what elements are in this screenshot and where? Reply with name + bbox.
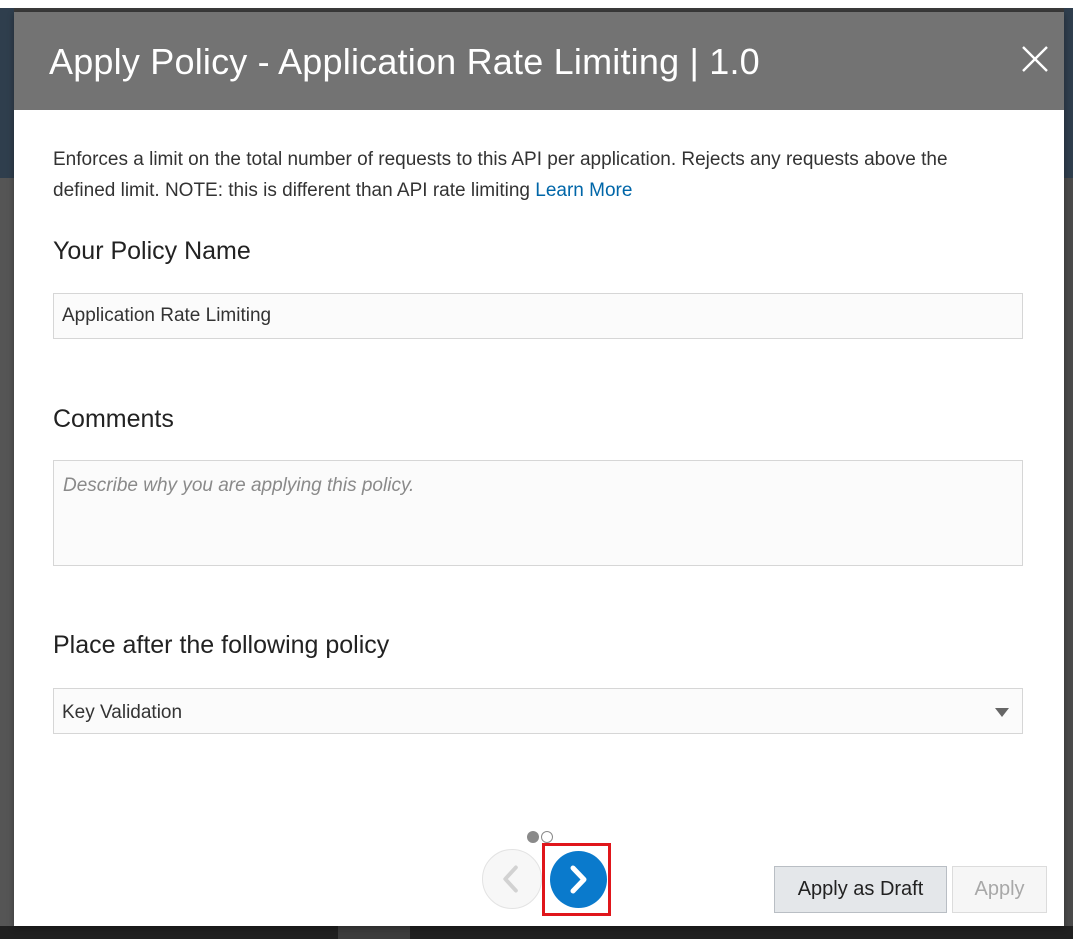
close-button[interactable] xyxy=(1018,42,1052,76)
taskbar xyxy=(0,926,1073,939)
backdrop-top-strip xyxy=(0,0,1073,8)
apply-as-draft-button[interactable]: Apply as Draft xyxy=(774,866,947,913)
description-text: Enforces a limit on the total number of … xyxy=(53,149,948,201)
next-button[interactable] xyxy=(550,851,607,908)
apply-policy-dialog: Apply Policy - Application Rate Limiting… xyxy=(14,12,1064,926)
close-icon xyxy=(1022,46,1048,72)
comments-label: Comments xyxy=(53,405,174,433)
dialog-body: Enforces a limit on the total number of … xyxy=(14,144,1064,206)
next-button-highlight xyxy=(542,843,611,916)
previous-button[interactable] xyxy=(482,849,542,909)
chevron-right-icon xyxy=(570,865,587,894)
backdrop-right-band xyxy=(1064,8,1073,178)
backdrop-right-band-lower xyxy=(1064,178,1073,928)
policy-name-input[interactable] xyxy=(53,293,1023,339)
policy-description: Enforces a limit on the total number of … xyxy=(53,144,1013,206)
apply-button[interactable]: Apply xyxy=(952,866,1047,913)
dialog-title: Apply Policy - Application Rate Limiting… xyxy=(49,41,760,82)
place-after-select[interactable]: Key Validation xyxy=(53,688,1023,734)
place-after-selected-value: Key Validation xyxy=(62,702,183,723)
pager-dot-inactive[interactable] xyxy=(541,831,553,843)
chevron-left-icon xyxy=(503,865,518,893)
dialog-header: Apply Policy - Application Rate Limiting… xyxy=(14,12,1064,110)
backdrop-left-band-lower xyxy=(0,178,14,928)
caret-down-icon xyxy=(995,708,1009,717)
learn-more-link[interactable]: Learn More xyxy=(535,180,632,201)
pager-dot-active[interactable] xyxy=(527,831,539,843)
taskbar-item[interactable] xyxy=(338,926,410,939)
comments-textarea[interactable] xyxy=(53,460,1023,566)
backdrop-left-band xyxy=(0,8,14,178)
policy-name-label: Your Policy Name xyxy=(53,237,251,265)
place-after-label: Place after the following policy xyxy=(53,631,390,659)
